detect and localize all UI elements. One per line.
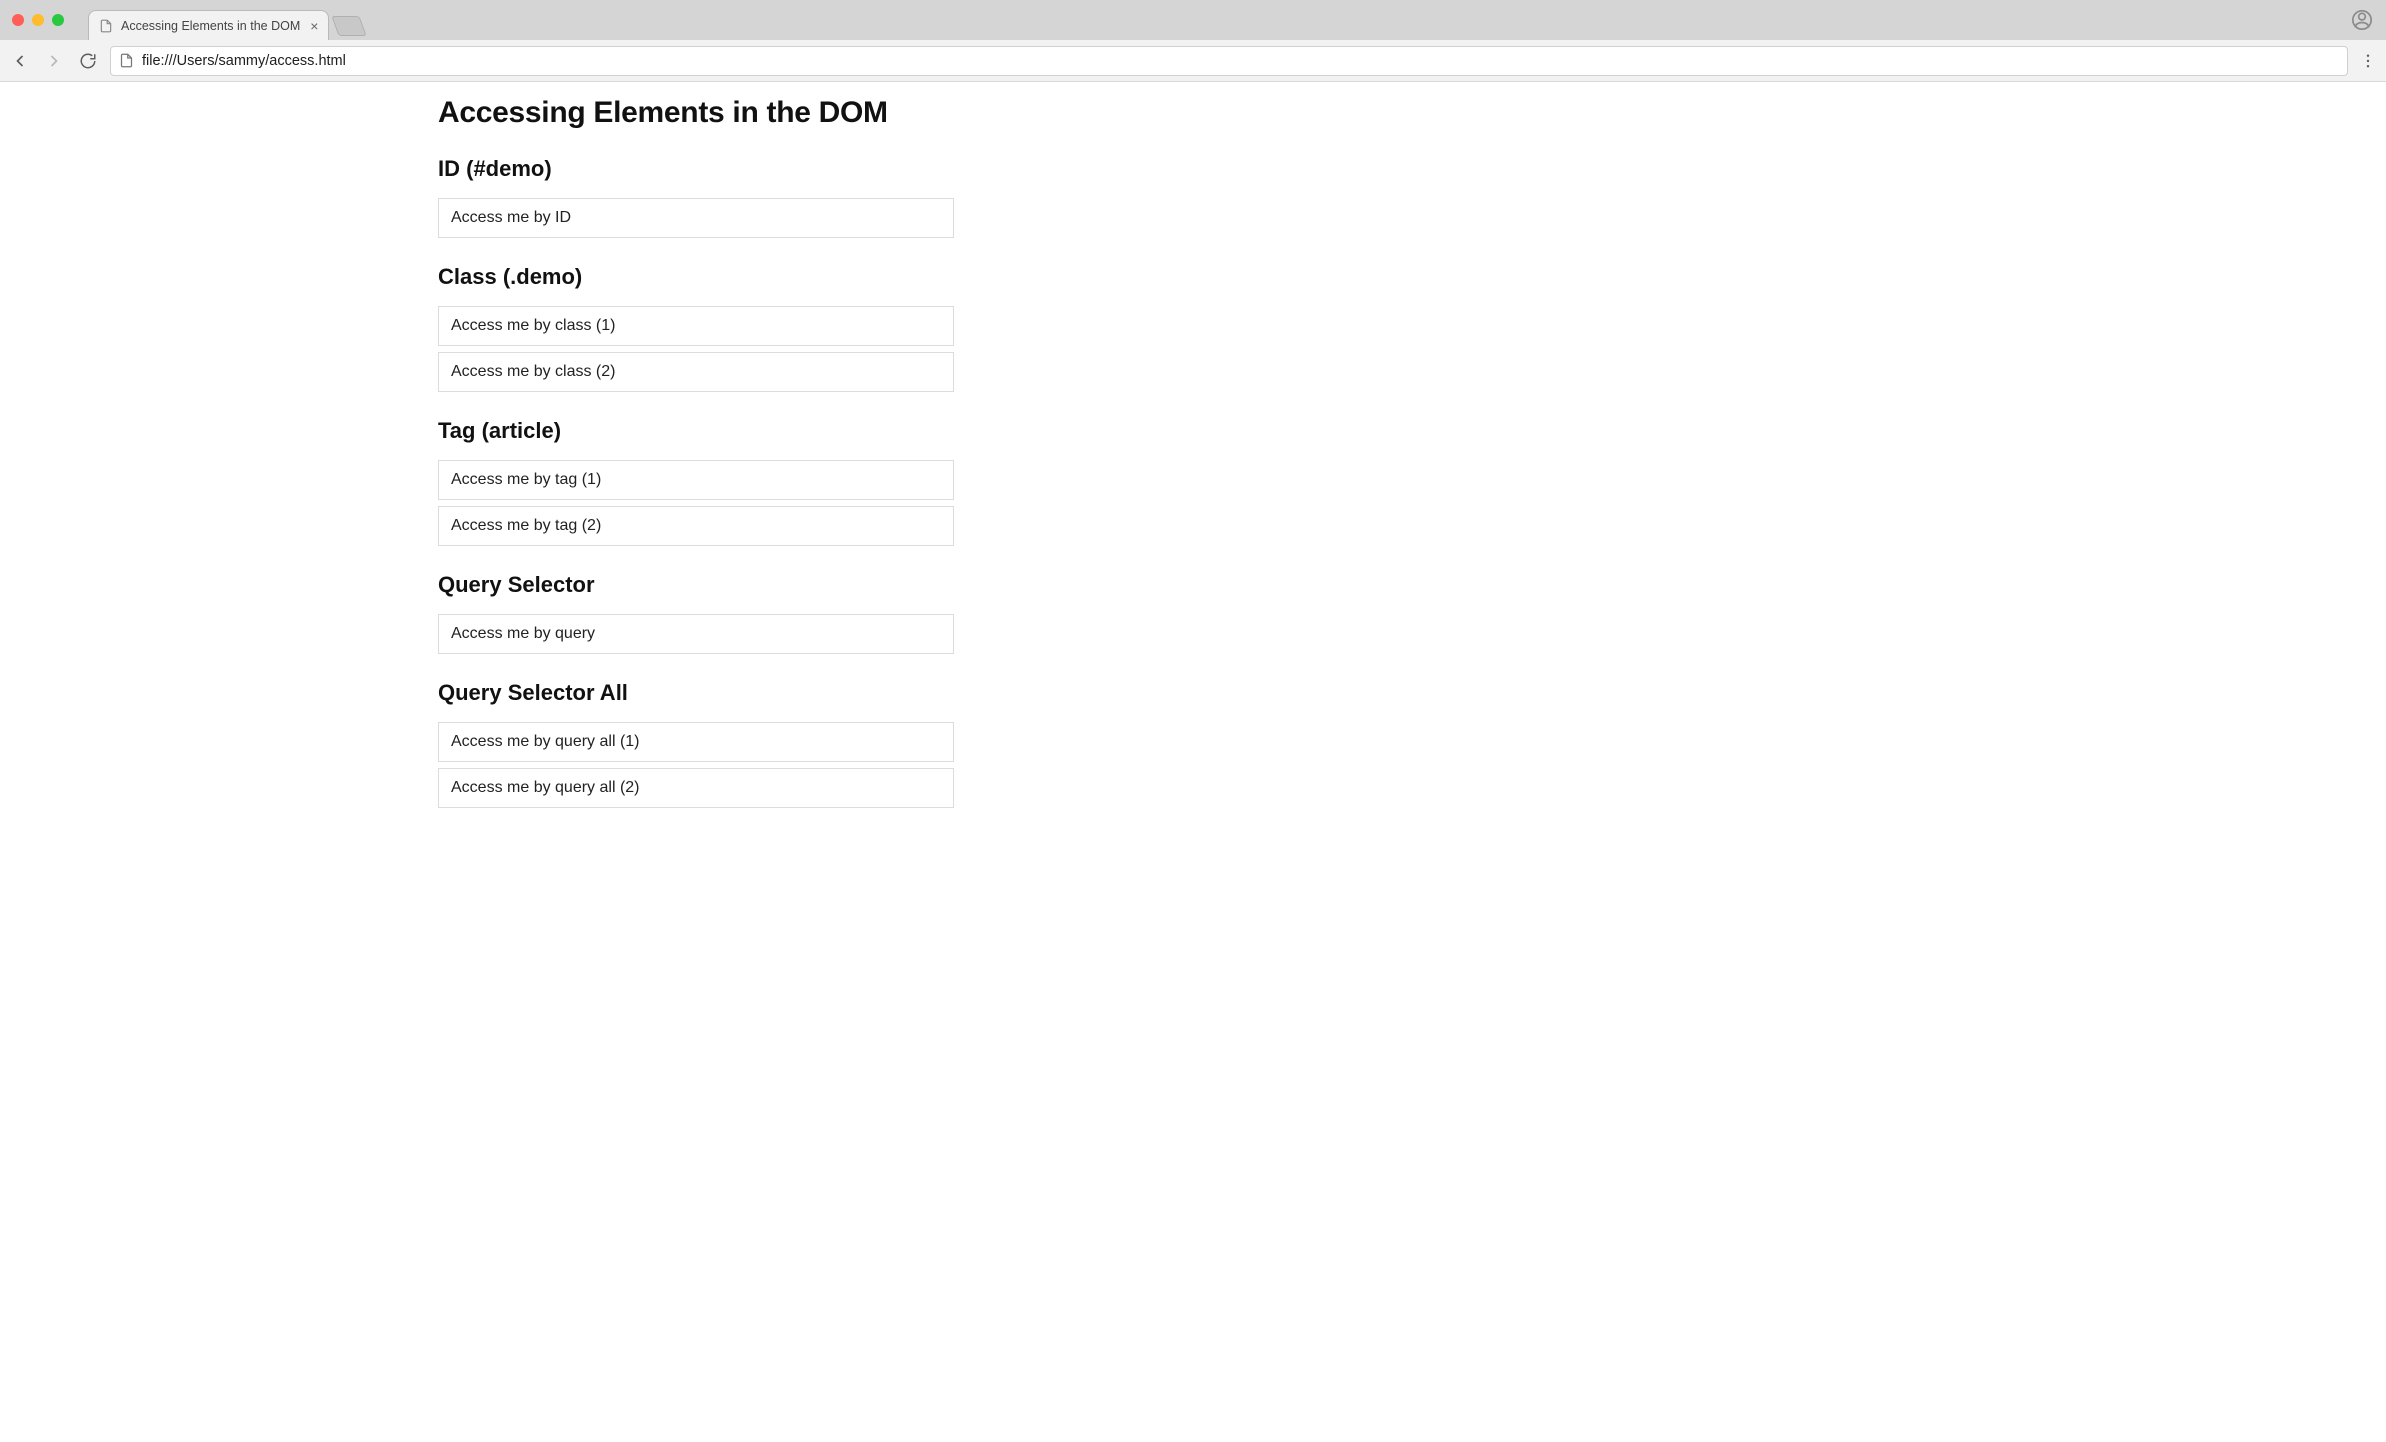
section-heading: Query Selector bbox=[438, 572, 958, 598]
url-text: file:///Users/sammy/access.html bbox=[142, 53, 2339, 69]
browser-tab[interactable]: Accessing Elements in the DOM × bbox=[88, 10, 329, 40]
demo-box: Access me by tag (2) bbox=[438, 506, 954, 546]
close-tab-button[interactable]: × bbox=[310, 19, 318, 33]
demo-box: Access me by query bbox=[438, 614, 954, 654]
minimize-window-button[interactable] bbox=[32, 14, 44, 26]
address-bar[interactable]: file:///Users/sammy/access.html bbox=[110, 46, 2348, 76]
demo-box: Access me by query all (1) bbox=[438, 722, 954, 762]
section-heading: ID (#demo) bbox=[438, 156, 958, 182]
fullscreen-window-button[interactable] bbox=[52, 14, 64, 26]
new-tab-button[interactable] bbox=[332, 16, 367, 36]
page-title: Accessing Elements in the DOM bbox=[438, 96, 958, 130]
more-menu-button[interactable] bbox=[2358, 52, 2378, 70]
browser-chrome: Accessing Elements in the DOM × bbox=[0, 0, 2386, 82]
tab-title: Accessing Elements in the DOM bbox=[121, 19, 300, 33]
browser-toolbar: file:///Users/sammy/access.html bbox=[0, 40, 2386, 82]
demo-box: Access me by ID bbox=[438, 198, 954, 238]
section-heading: Tag (article) bbox=[438, 418, 958, 444]
window-controls bbox=[12, 14, 64, 26]
tab-strip: Accessing Elements in the DOM × bbox=[0, 0, 2386, 40]
demo-box: Access me by tag (1) bbox=[438, 460, 954, 500]
demo-box: Access me by class (1) bbox=[438, 306, 954, 346]
profile-icon[interactable] bbox=[2352, 10, 2372, 30]
close-window-button[interactable] bbox=[12, 14, 24, 26]
reload-button[interactable] bbox=[76, 49, 100, 73]
file-icon bbox=[99, 19, 113, 33]
page-content: Accessing Elements in the DOM ID (#demo)… bbox=[438, 82, 958, 808]
file-scheme-icon bbox=[119, 53, 134, 68]
section-heading: Query Selector All bbox=[438, 680, 958, 706]
demo-box: Access me by query all (2) bbox=[438, 768, 954, 808]
section-heading: Class (.demo) bbox=[438, 264, 958, 290]
back-button[interactable] bbox=[8, 49, 32, 73]
demo-box: Access me by class (2) bbox=[438, 352, 954, 392]
forward-button[interactable] bbox=[42, 49, 66, 73]
